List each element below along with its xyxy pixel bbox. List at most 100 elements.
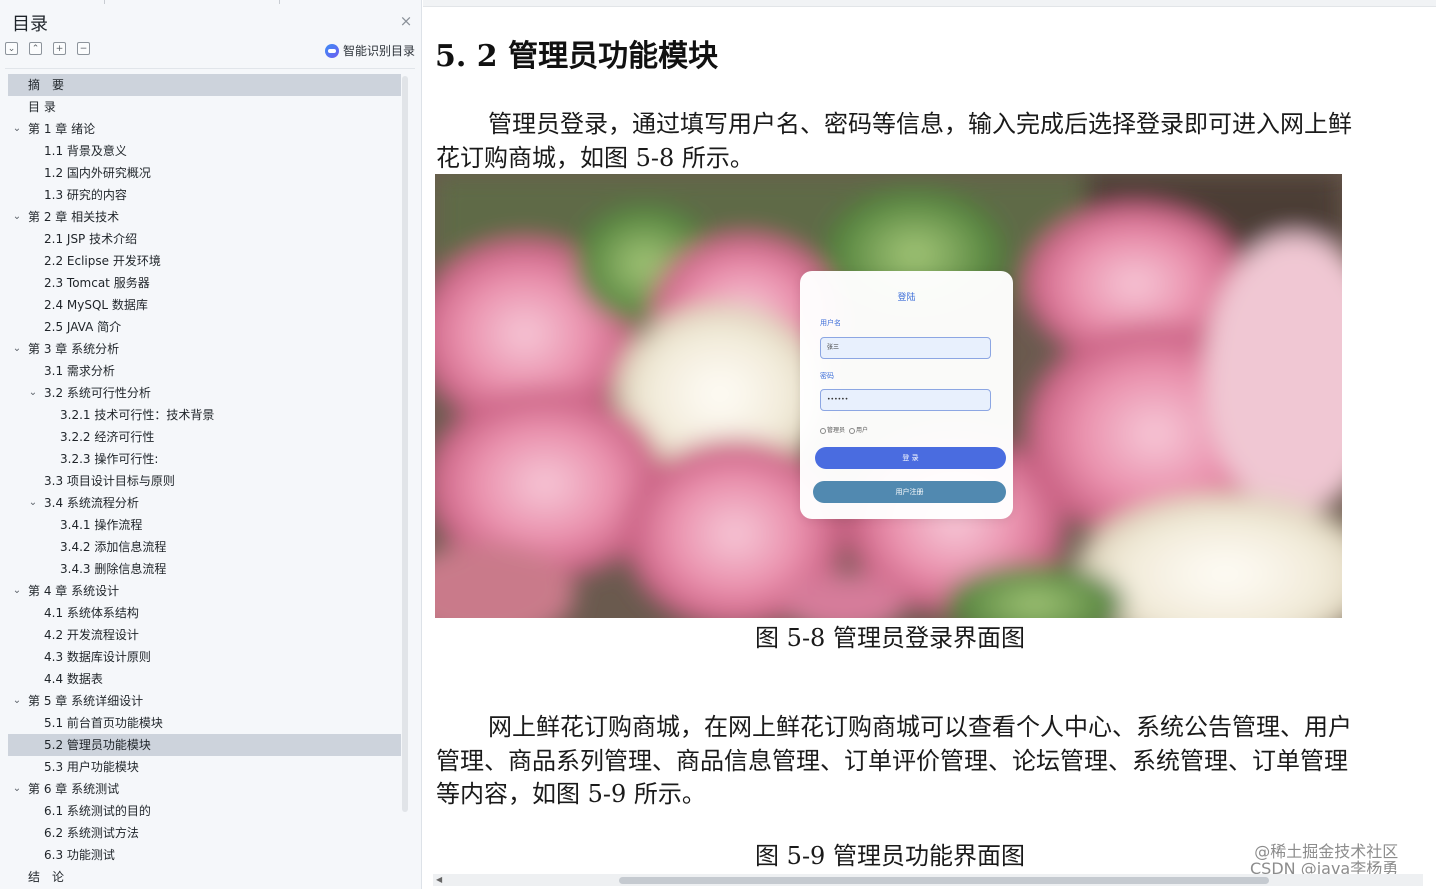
toc-item-label: 2.3 Tomcat 服务器 <box>44 276 150 290</box>
toc-item-label: 2.1 JSP 技术介绍 <box>44 232 138 246</box>
toc-item[interactable]: 摘 要 <box>8 74 401 96</box>
toc-item-label: 6.3 功能测试 <box>44 848 115 862</box>
toc-item-label: 3.3 项目设计目标与原则 <box>44 474 175 488</box>
figure-caption: 图 5-9 管理员功能界面图 <box>755 842 1025 870</box>
toc-item[interactable]: 6.3 功能测试 <box>8 844 401 866</box>
toc-item[interactable]: 4.1 系统体系结构 <box>8 602 401 624</box>
username-field: 张三 <box>820 337 991 359</box>
toc-sidebar: 目录 × ⌄ ⌃ + − 智能识别目录 摘 要目 录 ⌄ 第 1 章 绪论 1.1 背… <box>0 0 422 889</box>
chevron-down-icon[interactable]: ⌄ <box>28 492 38 514</box>
figure-caption: 图 5-8 管理员登录界面图 <box>755 624 1025 652</box>
toc-item[interactable]: 3.1 需求分析 <box>8 360 401 382</box>
toc-item-label: 第 6 章 系统测试 <box>28 782 120 796</box>
chevron-down-icon[interactable]: ⌄ <box>12 338 22 360</box>
chevron-down-icon[interactable]: ⌄ <box>12 118 22 140</box>
password-label: 密码 <box>820 372 834 380</box>
toc-item-label: 结 论 <box>28 870 65 884</box>
scrollbar-thumb[interactable] <box>619 877 1269 884</box>
toc-item-label: 3.2.1 技术可行性：技术背景 <box>60 408 215 422</box>
watermark-line: @稀土掘金技术社区 <box>1254 842 1399 861</box>
toc-item[interactable]: 4.3 数据库设计原则 <box>8 646 401 668</box>
toc-item[interactable]: ⌄ 第 4 章 系统设计 <box>8 580 401 602</box>
toc-item[interactable]: 3.4.2 添加信息流程 <box>8 536 401 558</box>
radio-user: 用户 <box>849 425 868 434</box>
toc-item[interactable]: 4.2 开发流程设计 <box>8 624 401 646</box>
toc-item[interactable]: 2.2 Eclipse 开发环境 <box>8 250 401 272</box>
collapse-all-icon[interactable]: ⌄ <box>5 42 18 55</box>
chevron-down-icon[interactable]: ⌄ <box>12 690 22 712</box>
toc-item[interactable]: 3.4.1 操作流程 <box>8 514 401 536</box>
toc-item-label: 目 录 <box>28 100 56 114</box>
username-label: 用户名 <box>820 319 841 327</box>
toc-item-label: 第 2 章 相关技术 <box>28 210 120 224</box>
toc-item[interactable]: 6.1 系统测试的目的 <box>8 800 401 822</box>
toc-item-label: 第 3 章 系统分析 <box>28 342 120 356</box>
smart-toc-button[interactable]: 智能识别目录 <box>324 42 415 59</box>
toc-item-label: 1.3 研究的内容 <box>44 188 127 202</box>
toc-item-label: 5.2 管理员功能模块 <box>44 738 151 752</box>
toc-item-label: 4.3 数据库设计原则 <box>44 650 151 664</box>
collapse-minus-icon[interactable]: − <box>77 42 90 55</box>
toc-item[interactable]: 结 论 <box>8 866 401 888</box>
toc-item[interactable]: ⌄ 第 3 章 系统分析 <box>8 338 401 360</box>
toc-item[interactable]: 3.2.1 技术可行性：技术背景 <box>8 404 401 426</box>
register-button: 用户注册 <box>813 481 1006 503</box>
role-radio-group: 管理员 用户 <box>820 425 868 434</box>
toc-item[interactable]: ⌄ 3.2 系统可行性分析 <box>8 382 401 404</box>
expand-plus-icon[interactable]: + <box>53 42 66 55</box>
toc-item[interactable]: ⌄ 第 6 章 系统测试 <box>8 778 401 800</box>
toc-item-label: 第 5 章 系统详细设计 <box>28 694 144 708</box>
toc-item[interactable]: 5.1 前台首页功能模块 <box>8 712 401 734</box>
horizontal-scrollbar[interactable]: ◀ <box>433 874 1423 886</box>
close-icon[interactable]: × <box>399 14 413 29</box>
smart-toc-label: 智能识别目录 <box>342 44 415 58</box>
toc-item[interactable]: ⌄ 3.4 系统流程分析 <box>8 492 401 514</box>
toc-item-label: 3.2.2 经济可行性 <box>60 430 155 444</box>
toc-item[interactable]: 2.4 MySQL 数据库 <box>8 294 401 316</box>
body-paragraph: 网上鲜花订购商城，在网上鲜花订购商城可以查看个人中心、系统公告管理、用户管理、商… <box>436 711 1356 812</box>
toolbar-divider <box>5 68 415 69</box>
toc-item[interactable]: ⌄ 第 1 章 绪论 <box>8 118 401 140</box>
toc-item-label: 1.1 背景及意义 <box>44 144 127 158</box>
toc-item-label: 摘 要 <box>28 78 65 92</box>
document-top-strip <box>423 0 1436 7</box>
scroll-left-icon[interactable]: ◀ <box>436 874 442 886</box>
toc-item-label: 4.4 数据表 <box>44 672 103 686</box>
radio-circle-icon <box>849 427 856 434</box>
toc-item[interactable]: 3.2.2 经济可行性 <box>8 426 401 448</box>
toc-item-label: 2.5 JAVA 简介 <box>44 320 122 334</box>
toc-item-label: 3.4.3 删除信息流程 <box>60 562 167 576</box>
toc-item[interactable]: 5.3 用户功能模块 <box>8 756 401 778</box>
toc-item[interactable]: 3.4.3 删除信息流程 <box>8 558 401 580</box>
document-view: 5. 2 管理员功能模块 管理员登录，通过填写用户名、密码等信息，输入完成后选择… <box>423 0 1436 889</box>
toc-item-label: 5.3 用户功能模块 <box>44 760 139 774</box>
login-title: 登陆 <box>897 293 916 303</box>
toc-item[interactable]: 2.3 Tomcat 服务器 <box>8 272 401 294</box>
toc-item[interactable]: 1.1 背景及意义 <box>8 140 401 162</box>
chevron-down-icon[interactable]: ⌄ <box>28 382 38 404</box>
toc-item[interactable]: ⌄ 第 5 章 系统详细设计 <box>8 690 401 712</box>
toc-item-label: 1.2 国内外研究概况 <box>44 166 151 180</box>
toc-item-label: 3.2.3 操作可行性: <box>60 452 159 466</box>
toc-item[interactable]: 5.2 管理员功能模块 <box>8 734 401 756</box>
toc-item[interactable]: 3.3 项目设计目标与原则 <box>8 470 401 492</box>
expand-up-icon[interactable]: ⌃ <box>29 42 42 55</box>
toc-item[interactable]: 1.2 国内外研究概况 <box>8 162 401 184</box>
login-screenshot-figure: 登陆 用户名 张三 密码 •••••• 管理员 用户 登 录 用户注册 <box>435 174 1342 618</box>
toc-item[interactable]: 目 录 <box>8 96 401 118</box>
toc-item-label: 3.1 需求分析 <box>44 364 115 378</box>
toc-item[interactable]: 2.5 JAVA 简介 <box>8 316 401 338</box>
toc-scrollbar[interactable] <box>402 76 408 812</box>
toc-item[interactable]: 2.1 JSP 技术介绍 <box>8 228 401 250</box>
toc-item[interactable]: 1.3 研究的内容 <box>8 184 401 206</box>
chevron-down-icon[interactable]: ⌄ <box>12 580 22 602</box>
chevron-down-icon[interactable]: ⌄ <box>12 206 22 228</box>
toc-item[interactable]: 6.2 系统测试方法 <box>8 822 401 844</box>
toc-item-label: 第 4 章 系统设计 <box>28 584 120 598</box>
toc-item[interactable]: 4.4 数据表 <box>8 668 401 690</box>
chevron-down-icon[interactable]: ⌄ <box>12 778 22 800</box>
toc-item[interactable]: 3.2.3 操作可行性: <box>8 448 401 470</box>
radio-admin: 管理员 <box>820 425 845 434</box>
radio-circle-icon <box>820 427 826 434</box>
toc-item[interactable]: ⌄ 第 2 章 相关技术 <box>8 206 401 228</box>
